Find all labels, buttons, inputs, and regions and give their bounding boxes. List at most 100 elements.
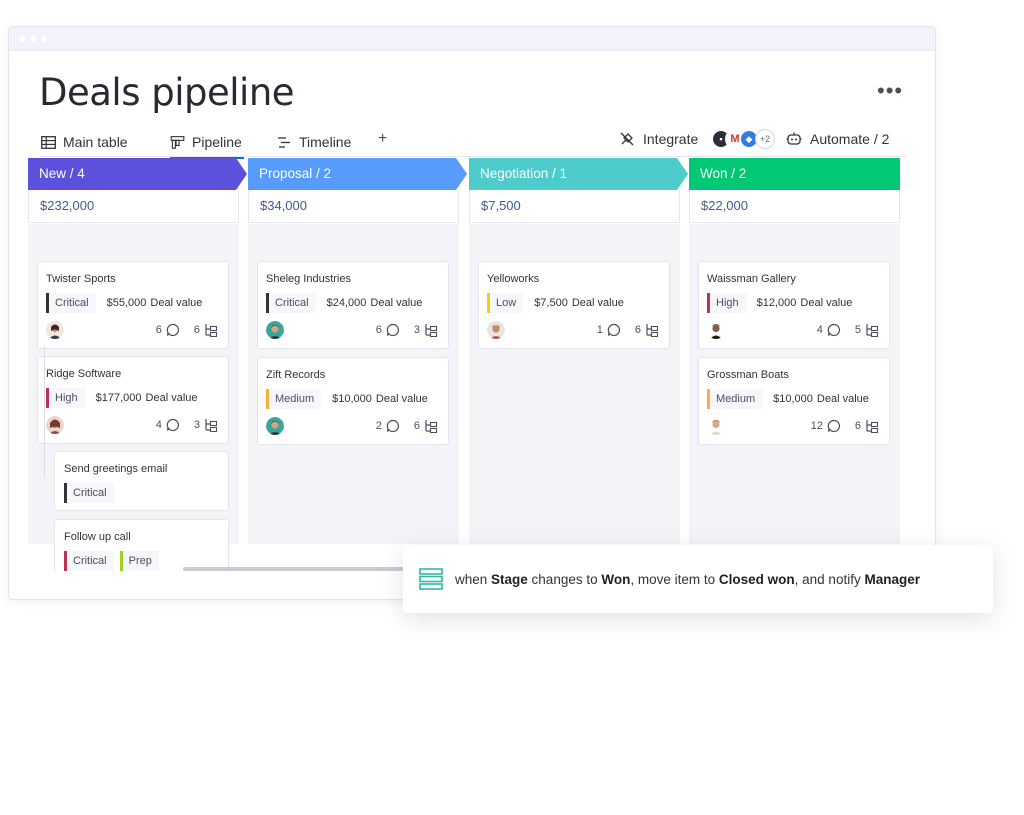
deal-title: Waissman Gallery bbox=[707, 273, 796, 285]
automate-label: Automate / 2 bbox=[810, 131, 890, 147]
timeline-icon bbox=[278, 136, 290, 148]
deal-stats: 6 6 bbox=[156, 321, 218, 339]
more-menu-button[interactable]: ••• bbox=[877, 80, 903, 102]
deal-card[interactable]: Ridge Software High $177,000 Deal value … bbox=[37, 356, 229, 444]
deal-stats: 4 3 bbox=[156, 416, 218, 434]
subitems-icon[interactable] bbox=[424, 419, 438, 433]
subitem-card[interactable]: Send greetings email Critical bbox=[54, 451, 229, 511]
subitems-count: 5 bbox=[854, 324, 861, 336]
window-dot bbox=[41, 36, 47, 42]
subitems-connector bbox=[44, 346, 45, 478]
comment-icon[interactable] bbox=[386, 419, 400, 433]
deal-details: High $12,000 Deal value bbox=[707, 293, 852, 313]
column-header[interactable]: New / 4 bbox=[28, 158, 247, 190]
more-integrations-badge: +2 bbox=[755, 129, 775, 149]
robot-icon bbox=[786, 132, 802, 145]
column-header[interactable]: Negotiation / 1 bbox=[469, 158, 688, 190]
subitems-count: 6 bbox=[193, 324, 200, 336]
tab-pipeline[interactable]: Pipeline bbox=[170, 131, 244, 159]
priority-tag[interactable]: High bbox=[46, 388, 85, 408]
subitems-count: 6 bbox=[413, 420, 420, 432]
deal-amount: $12,000 bbox=[756, 297, 797, 309]
priority-tag[interactable]: Critical bbox=[64, 551, 114, 571]
deal-details: Medium $10,000 Deal value bbox=[707, 389, 869, 409]
deal-amount: $10,000 bbox=[773, 393, 813, 405]
subitems-icon[interactable] bbox=[204, 323, 218, 337]
deal-details: Medium $10,000 Deal value bbox=[266, 389, 428, 409]
subitems-icon[interactable] bbox=[204, 418, 218, 432]
deal-value-label: Deal value bbox=[145, 392, 198, 404]
comments-count: 12 bbox=[810, 420, 823, 432]
recipe-target-group: Closed won bbox=[718, 571, 795, 587]
deal-value-label: Deal value bbox=[150, 297, 203, 309]
deal-card[interactable]: Zift Records Medium $10,000 Deal value 2… bbox=[257, 357, 449, 445]
subitems-icon[interactable] bbox=[645, 323, 659, 337]
status-tag[interactable]: Prep bbox=[119, 551, 159, 571]
comments-count: 2 bbox=[375, 420, 382, 432]
comment-icon[interactable] bbox=[166, 418, 180, 432]
priority-tag[interactable]: Medium bbox=[266, 389, 322, 409]
tab-main-table[interactable]: Main table bbox=[41, 131, 128, 153]
comment-icon[interactable] bbox=[607, 323, 621, 337]
stage-column-proposal: Proposal / 2 $34,000 Sheleg Industries C… bbox=[248, 158, 467, 544]
deal-card[interactable]: Grossman Boats Medium $10,000 Deal value… bbox=[698, 357, 890, 445]
priority-tag[interactable]: Critical bbox=[64, 483, 114, 503]
deal-title: Ridge Software bbox=[46, 368, 122, 380]
avatar[interactable] bbox=[46, 321, 64, 339]
deal-stats: 12 6 bbox=[811, 417, 879, 435]
column-header[interactable]: Won / 2 bbox=[689, 158, 900, 190]
deal-details: Critical $55,000 Deal value bbox=[46, 293, 202, 313]
add-view-button[interactable]: + bbox=[378, 130, 387, 148]
stage-column-negotiation: Negotiation / 1 $7,500 Yelloworks Low $7… bbox=[469, 158, 688, 544]
deal-card[interactable]: Waissman Gallery High $12,000 Deal value… bbox=[698, 261, 890, 349]
priority-tag[interactable]: Low bbox=[487, 293, 524, 313]
deal-amount: $177,000 bbox=[95, 392, 142, 404]
integrate-button[interactable]: Integrate bbox=[619, 131, 698, 147]
subitems-icon[interactable] bbox=[424, 323, 438, 337]
stage-column-won: Won / 2 $22,000 Waissman Gallery High $1… bbox=[689, 158, 900, 544]
priority-tag[interactable]: Critical bbox=[266, 293, 316, 313]
stage-column-new: New / 4 $232,000 Twister Sports Critical… bbox=[28, 158, 247, 572]
tab-timeline[interactable]: Timeline bbox=[277, 131, 351, 153]
deal-title: Zift Records bbox=[266, 369, 326, 381]
recipe-text: changes to bbox=[527, 571, 602, 587]
avatar[interactable] bbox=[707, 417, 725, 435]
horizontal-scrollbar[interactable] bbox=[183, 567, 413, 571]
comment-icon[interactable] bbox=[386, 323, 400, 337]
priority-tag[interactable]: Medium bbox=[707, 389, 763, 409]
subitem-card[interactable]: Follow up call Critical Prep bbox=[54, 519, 229, 572]
deal-card[interactable]: Yelloworks Low $7,500 Deal value 1 6 bbox=[478, 261, 670, 349]
subitems-count: 3 bbox=[193, 419, 200, 431]
window-title-bar bbox=[9, 27, 935, 51]
subitems-icon[interactable] bbox=[865, 419, 879, 433]
priority-tag[interactable]: Critical bbox=[46, 293, 96, 313]
subitems-icon[interactable] bbox=[865, 323, 879, 337]
recipe-notify-target: Manager bbox=[864, 571, 920, 587]
avatar[interactable] bbox=[266, 321, 284, 339]
column-header[interactable]: Proposal / 2 bbox=[248, 158, 467, 190]
deal-value-label: Deal value bbox=[375, 393, 428, 405]
column-total: $7,500 bbox=[469, 190, 680, 223]
comment-icon[interactable] bbox=[166, 323, 180, 337]
deal-details: High $177,000 Deal value bbox=[46, 388, 198, 408]
automation-recipe-banner: when Stage changes to Won, move item to … bbox=[403, 545, 993, 613]
comment-icon[interactable] bbox=[827, 419, 841, 433]
deal-card[interactable]: Sheleg Industries Critical $24,000 Deal … bbox=[257, 261, 449, 349]
avatar[interactable] bbox=[46, 416, 64, 434]
deal-card[interactable]: Twister Sports Critical $55,000 Deal val… bbox=[37, 261, 229, 349]
avatar[interactable] bbox=[266, 417, 284, 435]
comments-count: 4 bbox=[816, 324, 823, 336]
avatar[interactable] bbox=[487, 321, 505, 339]
automate-button[interactable]: Automate / 2 bbox=[786, 131, 889, 147]
pipeline-board: New / 4 $232,000 Twister Sports Critical… bbox=[28, 158, 900, 572]
deal-title: Yelloworks bbox=[487, 273, 540, 285]
comments-count: 6 bbox=[155, 324, 162, 336]
comment-icon[interactable] bbox=[827, 323, 841, 337]
deal-stats: 4 5 bbox=[817, 321, 879, 339]
subitem-tags: Critical bbox=[64, 483, 114, 503]
integration-logos[interactable]: ▪ M ◆ +2 bbox=[705, 127, 775, 151]
deal-amount: $7,500 bbox=[534, 297, 568, 309]
deal-title: Sheleg Industries bbox=[266, 273, 351, 285]
avatar[interactable] bbox=[707, 321, 725, 339]
priority-tag[interactable]: High bbox=[707, 293, 746, 313]
